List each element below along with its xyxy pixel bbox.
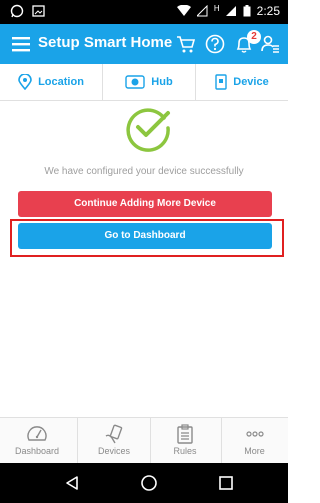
image-notification-icon [32, 5, 45, 17]
nav-devices[interactable]: Devices [79, 418, 149, 464]
success-message: We have configured your device successfu… [44, 166, 244, 177]
nav-rules[interactable]: Rules [150, 418, 220, 464]
nav-divider [77, 418, 78, 464]
app-bar: Setup Smart Home [0, 24, 288, 64]
nav-devices-label: Devices [97, 446, 130, 456]
tab-hub[interactable]: Hub [103, 64, 195, 100]
whatsapp-icon [10, 4, 24, 18]
tab-location-label: Location [38, 76, 84, 88]
nav-dashboard[interactable]: Dashboard [2, 418, 72, 464]
tab-location[interactable]: Location [0, 64, 102, 100]
rules-clipboard-icon [177, 424, 193, 444]
network-type-label: H [213, 3, 220, 13]
tab-device-label: Device [233, 76, 269, 88]
cart-icon[interactable] [175, 33, 197, 55]
battery-icon [243, 5, 251, 17]
bottom-navigation: Dashboard Devices Rules More [0, 417, 288, 464]
devices-hand-icon [105, 424, 123, 444]
help-icon[interactable] [204, 33, 226, 55]
nav-more-label: More [244, 446, 265, 456]
success-check-icon [126, 108, 170, 152]
status-bar: H 2:25 [0, 0, 288, 24]
page-title: Setup Smart Home [38, 34, 173, 51]
home-icon[interactable] [140, 474, 158, 492]
more-dots-icon [245, 431, 264, 437]
back-icon[interactable] [64, 475, 80, 491]
nav-rules-label: Rules [173, 446, 197, 456]
device-icon [215, 74, 227, 90]
nav-more[interactable]: More [221, 418, 288, 464]
nav-dashboard-label: Dashboard [14, 446, 60, 456]
go-to-dashboard-button[interactable]: Go to Dashboard [18, 223, 272, 249]
continue-adding-device-button[interactable]: Continue Adding More Device [18, 191, 272, 217]
signal-icon [225, 6, 236, 16]
dashboard-gauge-icon [27, 426, 47, 441]
signal-empty-icon [196, 5, 208, 17]
setup-steps-tabs: Location Hub Device [0, 64, 288, 101]
system-navigation-bar [0, 463, 288, 503]
wifi-icon [176, 5, 191, 16]
hub-icon [125, 75, 145, 89]
menu-icon[interactable] [12, 36, 30, 52]
recents-icon[interactable] [218, 475, 234, 491]
tab-hub-label: Hub [151, 76, 173, 88]
status-time: 2:25 [256, 4, 280, 18]
notification-badge: 2 [247, 30, 261, 44]
location-pin-icon [18, 74, 32, 90]
profile-icon[interactable] [259, 33, 281, 55]
tab-device[interactable]: Device [196, 64, 288, 100]
